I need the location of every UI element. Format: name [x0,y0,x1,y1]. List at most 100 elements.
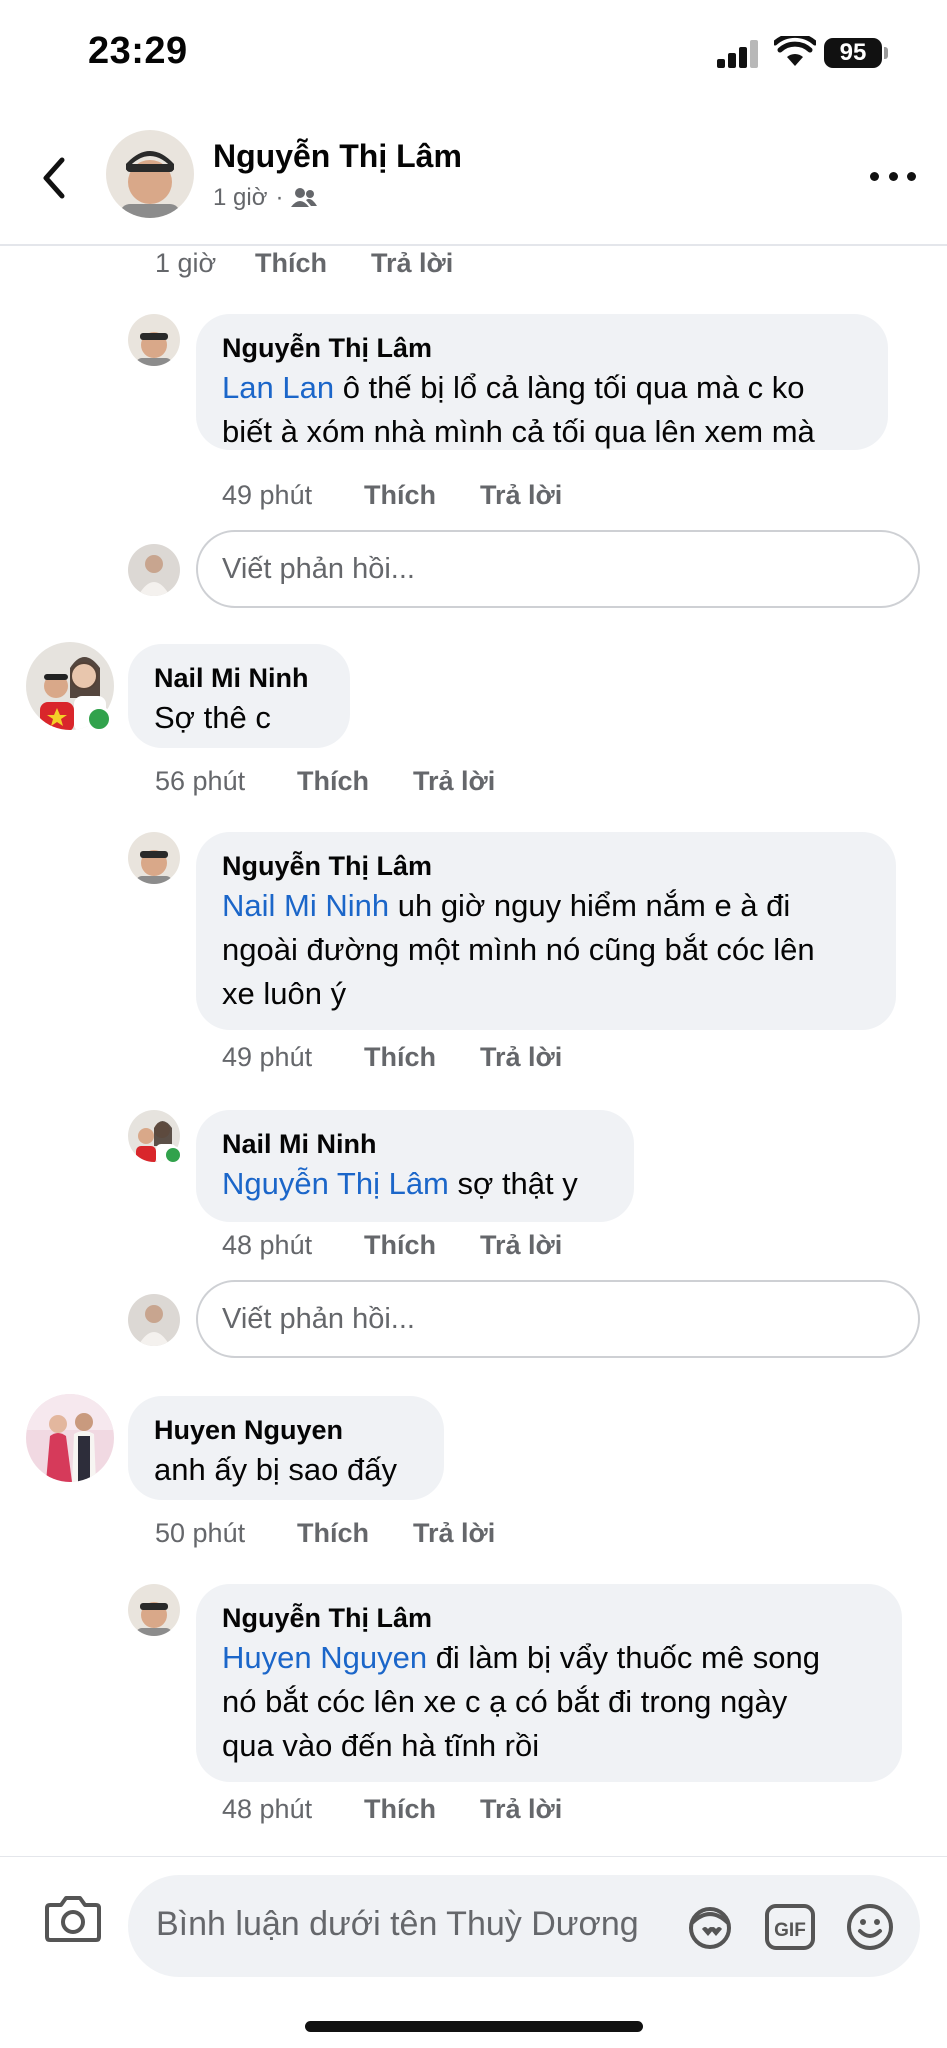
comment-actions: 56 phút Thích Trả lời [155,766,495,797]
current-user-avatar [128,544,180,596]
reply-bubble: Nail Mi Ninh Nguyễn Thị Lâm sợ thật y [196,1110,634,1222]
current-user-avatar [128,1294,180,1346]
comment-author[interactable]: Nail Mi Ninh [154,660,324,696]
reply-author[interactable]: Nail Mi Ninh [222,1126,608,1162]
reply-input[interactable]: Viết phản hồi... [196,530,920,608]
reply-text: Lan Lan ô thế bị lổ cả làng tối qua mà c… [222,366,862,454]
mention-link[interactable]: Nguyễn Thị Lâm [222,1166,449,1201]
reply-bubble: Nguyễn Thị Lâm Nail Mi Ninh uh giờ nguy … [196,832,896,1030]
status-time: 23:29 [88,30,188,72]
author-avatar[interactable] [106,130,194,218]
post-time: 1 giờ [213,184,268,211]
group-icon [291,188,318,207]
reply-button[interactable]: Trả lời [371,248,453,279]
like-button[interactable]: Thích [364,1230,480,1261]
reply-button[interactable]: Trả lời [480,1042,562,1073]
camera-button[interactable] [44,1893,102,1943]
avatar-sticker-icon [689,1907,731,1949]
reply-text-line: nó bắt cóc lên xe c ạ có bắt đi trong ng… [222,1684,788,1719]
reply-avatar[interactable] [128,314,180,366]
author-name[interactable]: Nguyễn Thị Lâm [213,138,462,175]
reply-bubble: Nguyễn Thị Lâm Lan Lan ô thế bị lổ cả là… [196,314,888,450]
reply-author[interactable]: Nguyễn Thị Lâm [222,1600,876,1636]
svg-text:GIF: GIF [774,1920,806,1941]
reply-text: Nail Mi Ninh uh giờ nguy hiểm nắm e à đi… [222,884,870,1016]
reply-button[interactable]: Trả lời [480,480,562,511]
reply-text-line: uh giờ nguy hiểm nắm e à đi [389,888,791,923]
gif-button[interactable]: GIF [764,1901,816,1953]
reply-time: 49 phút [222,480,313,510]
battery-tip [884,47,888,59]
mention-link[interactable]: Huyen Nguyen [222,1640,427,1675]
comment-time: 50 phút [155,1518,246,1548]
comment-bubble: Huyen Nguyen anh ấy bị sao đấy [128,1396,444,1500]
reply-text: Huyen Nguyen đi làm bị vẩy thuốc mê song… [222,1636,876,1768]
comment-composer-bar: Bình luận dưới tên Thuỳ Dương GIF [0,1856,947,2048]
comment-list: 1 giờ Thích Trả lời Nguyễn Thị Lâm Lan L… [0,248,947,1858]
like-button[interactable]: Thích [364,480,480,511]
commenter-avatar[interactable] [26,1394,114,1482]
more-icon-dot [888,171,898,181]
like-button[interactable]: Thích [297,766,413,797]
status-bar: 23:29 95 [0,0,947,110]
reply-button[interactable]: Trả lời [413,766,495,797]
reply-time: 48 phút [222,1794,313,1824]
gif-icon: GIF [765,1904,815,1950]
reply-text-line: biết à xóm nhà mình cả tối qua lên xem m… [222,414,815,449]
comment-actions: 50 phút Thích Trả lời [155,1518,495,1549]
reply-text-line: ô thế bị lổ cả làng tối qua mà c ko [342,370,805,405]
like-button[interactable]: Thích [364,1794,480,1825]
more-icon [870,171,879,181]
reply-input[interactable]: Viết phản hồi... [196,1280,920,1358]
comment-input[interactable]: Bình luận dưới tên Thuỳ Dương GIF [128,1875,920,1977]
reply-text-line: xe luôn ý [222,976,347,1011]
online-status-indicator [164,1146,182,1164]
reply-button[interactable]: Trả lời [413,1518,495,1549]
post-meta: 1 giờ · [213,184,318,212]
mention-link[interactable]: Nail Mi Ninh [222,888,389,923]
battery-level: 95 [824,38,882,68]
home-indicator [305,2021,643,2032]
comment-placeholder: Bình luận dưới tên Thuỳ Dương [156,1905,639,1943]
wifi-icon [772,32,818,68]
online-status-indicator [86,706,112,732]
comment-actions: 1 giờ Thích Trả lời [155,248,453,279]
reply-time: 48 phút [222,1230,313,1260]
reply-text-line: qua vào đến hà tĩnh rồi [222,1728,540,1763]
comment-author[interactable]: Huyen Nguyen [154,1412,418,1448]
comment-bubble: Nail Mi Ninh Sợ thê c [128,644,350,748]
emoji-button[interactable] [844,1901,896,1953]
comment-time: 1 giờ [155,248,217,278]
reply-actions: 49 phút Thích Trả lời [222,1042,562,1073]
comment-time: 56 phút [155,766,246,796]
back-button[interactable] [34,150,74,206]
reply-button[interactable]: Trả lời [480,1230,562,1261]
like-button[interactable]: Thích [255,248,371,279]
comment-text: anh ấy bị sao đấy [154,1452,398,1487]
signal-icon [717,40,759,68]
post-header: Nguyễn Thị Lâm 1 giờ · [0,110,947,246]
reply-actions: 49 phút Thích Trả lời [222,480,562,511]
meta-separator: · [275,184,284,211]
emoji-icon [847,1904,893,1950]
reply-time: 49 phút [222,1042,313,1072]
reply-avatar[interactable] [128,832,180,884]
reply-text-line: ngoài đường một mình nó cũng bắt cóc lên [222,932,815,967]
reply-text-line: sợ thật y [448,1166,578,1201]
comment-text: Sợ thê c [154,700,271,735]
reply-button[interactable]: Trả lời [480,1794,562,1825]
like-button[interactable]: Thích [297,1518,413,1549]
reply-bubble: Nguyễn Thị Lâm Huyen Nguyen đi làm bị vẩ… [196,1584,902,1782]
back-icon [43,157,65,199]
reply-avatar[interactable] [128,1584,180,1636]
more-icon-dot [907,171,916,181]
like-button[interactable]: Thích [364,1042,480,1073]
camera-icon [45,1896,101,1942]
avatar-sticker-button[interactable] [684,1901,736,1953]
reply-author[interactable]: Nguyễn Thị Lâm [222,330,862,366]
reply-actions: 48 phút Thích Trả lời [222,1230,562,1261]
reply-text: Nguyễn Thị Lâm sợ thật y [222,1162,608,1206]
reply-author[interactable]: Nguyễn Thị Lâm [222,848,870,884]
mention-link[interactable]: Lan Lan [222,370,334,405]
more-options-button[interactable] [870,166,916,186]
